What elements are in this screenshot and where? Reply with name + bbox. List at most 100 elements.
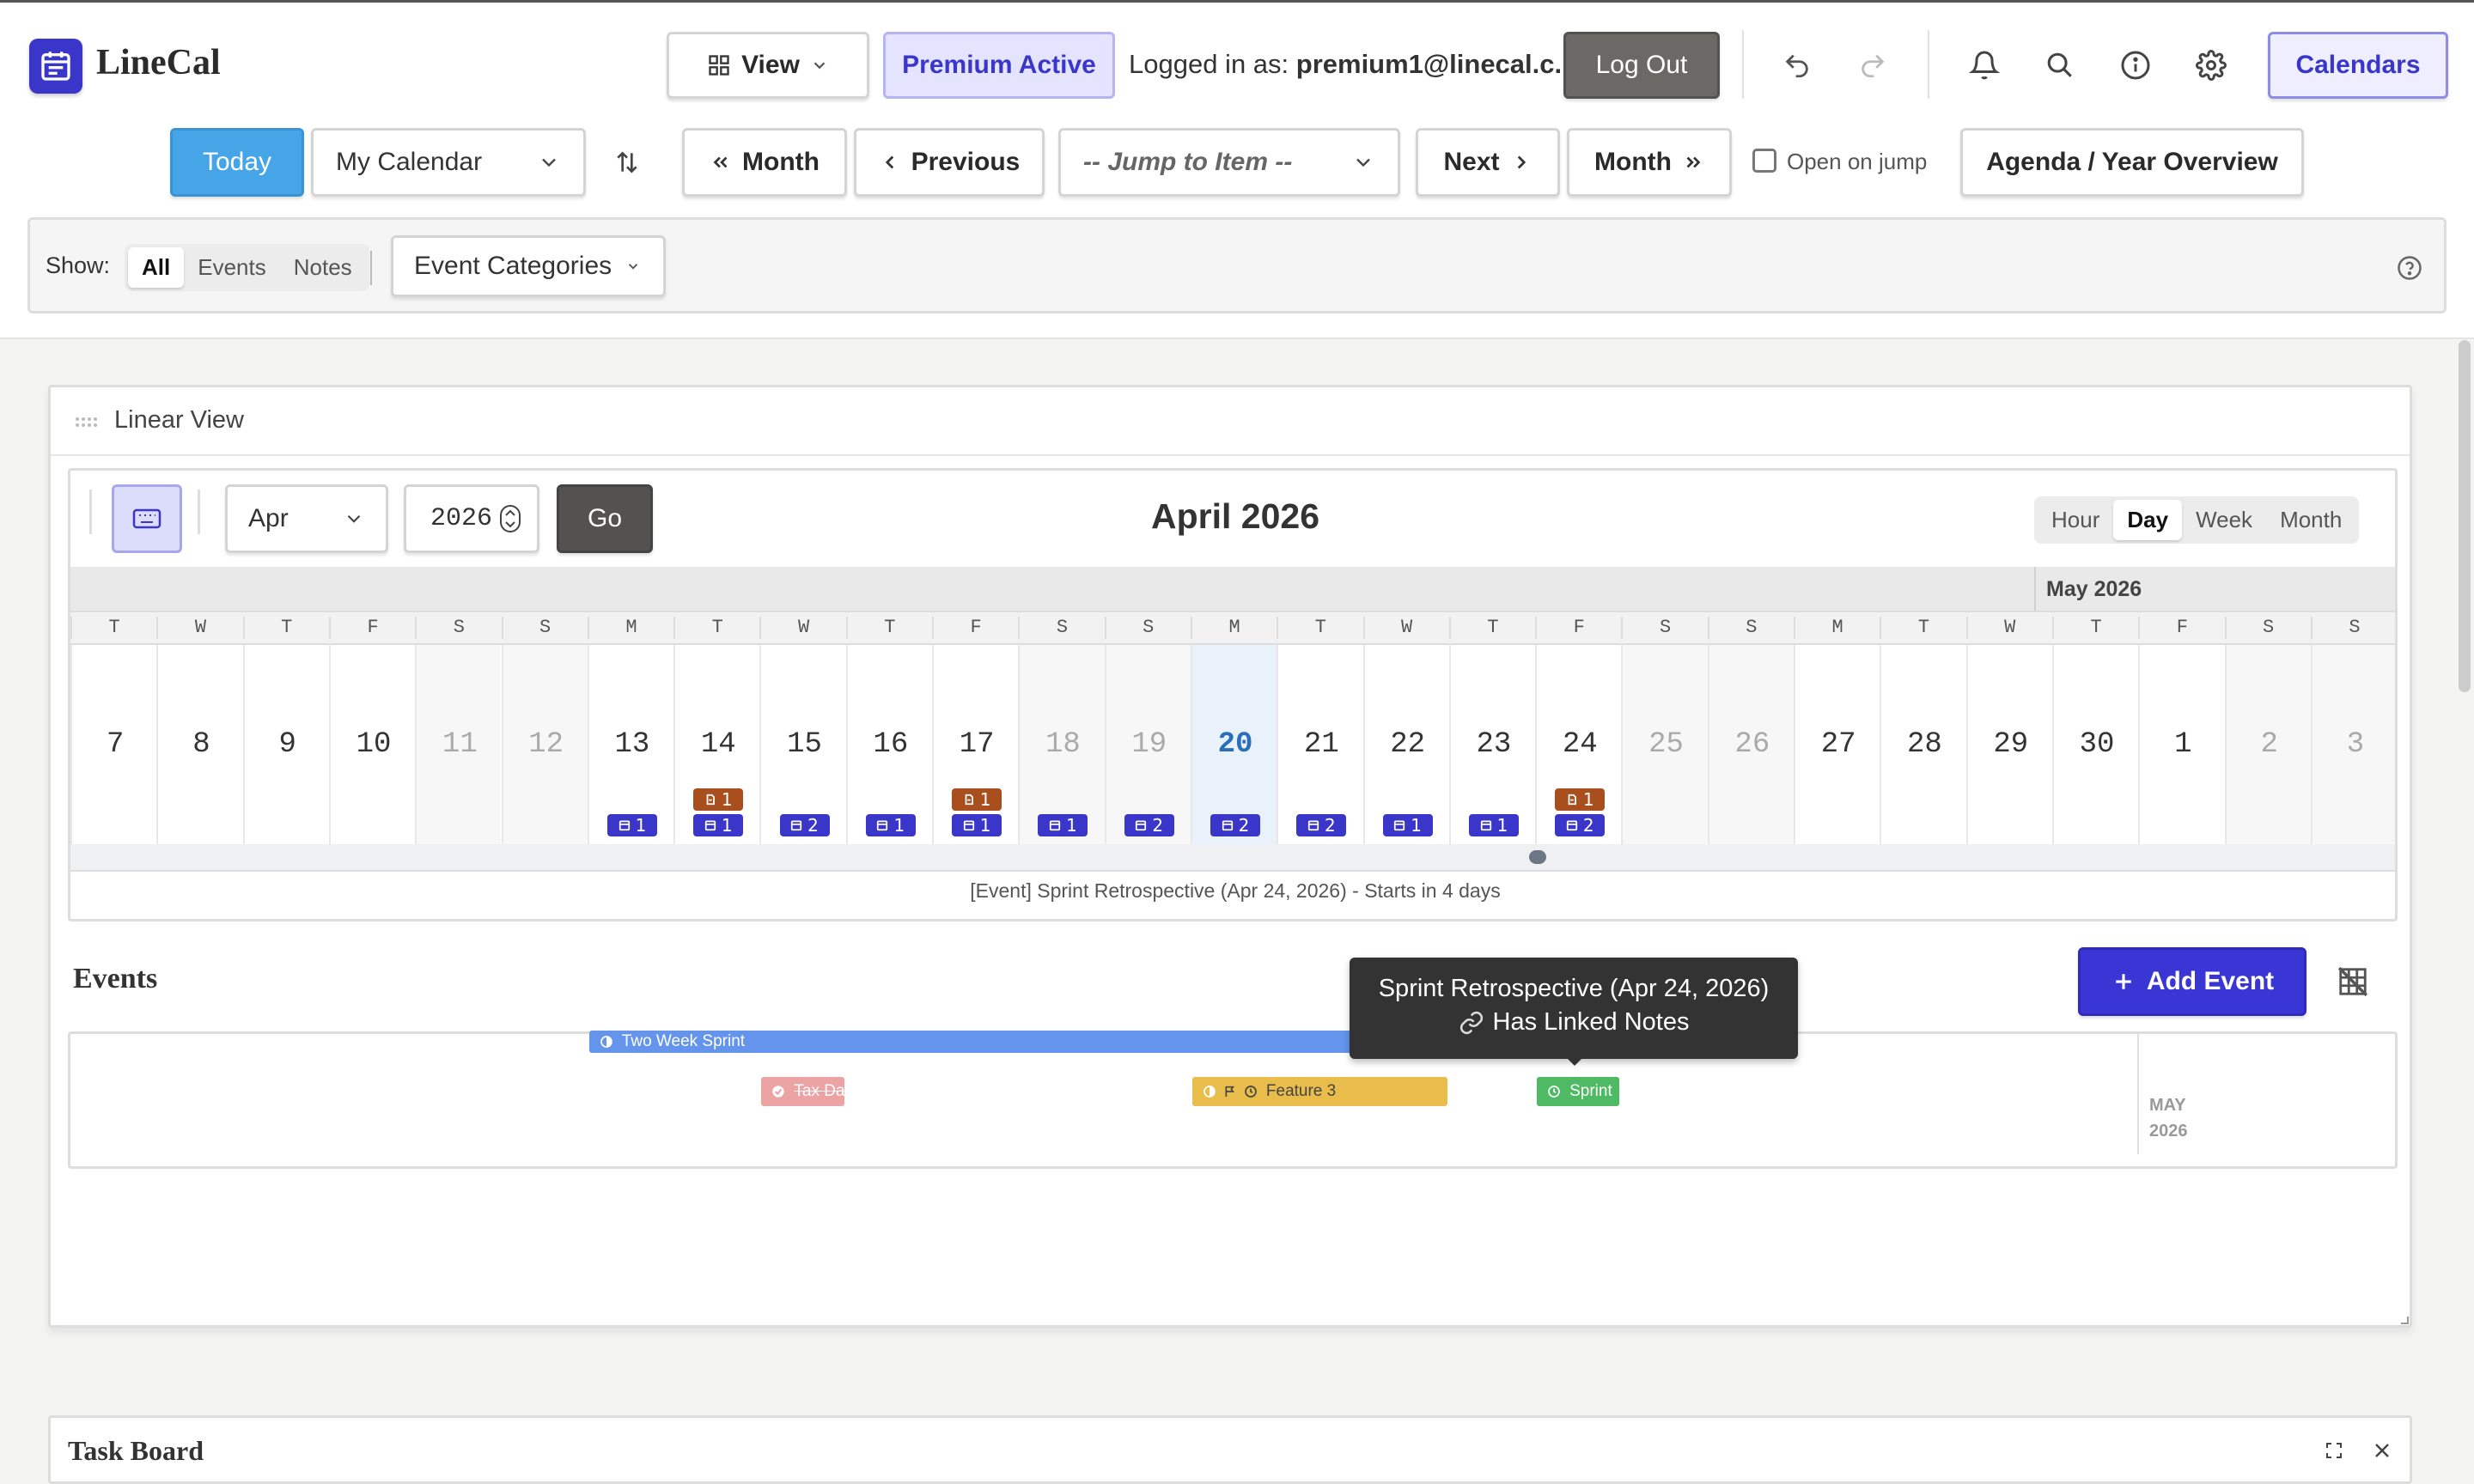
close-icon[interactable] [2372, 1440, 2392, 1461]
page-scrollbar[interactable] [2459, 340, 2471, 692]
day-number: 22 [1390, 728, 1426, 761]
zoom-day[interactable]: Day [2113, 500, 2183, 540]
day-cell[interactable]: 12 [501, 645, 588, 844]
event-count-badge[interactable]: 1 [1038, 814, 1088, 836]
event-count-badge[interactable]: 1 [693, 814, 744, 836]
note-count-badge[interactable]: 1 [1555, 788, 1606, 811]
day-cell[interactable]: 8 [156, 645, 242, 844]
chevron-down-icon [810, 56, 829, 75]
event-bar[interactable]: Tax Day [761, 1077, 844, 1106]
agenda-year-overview-button[interactable]: Agenda / Year Overview [1960, 128, 2304, 197]
month-select-value: Apr [248, 504, 289, 532]
day-cell[interactable]: 29 [1965, 645, 2052, 844]
day-cell[interactable]: 11 [415, 645, 502, 844]
calendar-select[interactable]: My Calendar [311, 128, 586, 197]
day-cell[interactable]: 7 [70, 645, 156, 844]
events-section-title: Events [73, 963, 158, 994]
year-input[interactable]: 2026 [404, 484, 539, 553]
zoom-hour[interactable]: Hour [2038, 500, 2113, 540]
event-count-badge[interactable]: 1 [1382, 814, 1433, 836]
day-cell[interactable]: 13 1 [587, 645, 673, 844]
sort-arrows-icon[interactable] [601, 137, 653, 188]
day-cell[interactable]: 27 [1794, 645, 1880, 844]
note-count-badge[interactable]: 1 [952, 788, 1002, 811]
day-cell[interactable]: 18 1 [1018, 645, 1105, 844]
filter-events[interactable]: Events [184, 247, 280, 288]
divider [370, 251, 372, 285]
zoom-month[interactable]: Month [2266, 500, 2355, 540]
add-event-button[interactable]: Add Event [2078, 947, 2306, 1016]
jump-to-item-select[interactable]: -- Jump to Item -- [1058, 128, 1400, 197]
info-icon[interactable] [2110, 40, 2161, 91]
day-cell[interactable]: 21 2 [1277, 645, 1362, 844]
grid-off-icon[interactable] [2327, 956, 2379, 1007]
search-icon[interactable] [2034, 40, 2086, 91]
day-cell[interactable]: 2 [2224, 645, 2311, 844]
day-cell[interactable]: 9 [242, 645, 329, 844]
day-cell[interactable]: 28 [1880, 645, 1965, 844]
day-cell[interactable]: 17 1 1 [932, 645, 1018, 844]
zoom-week[interactable]: Week [2182, 500, 2266, 540]
previous-month-button[interactable]: Month [682, 128, 847, 197]
event-count-badge[interactable]: 1 [606, 814, 657, 836]
view-menu-button[interactable]: View [667, 32, 869, 99]
tooltip-subtitle: Has Linked Notes [1492, 1008, 1690, 1036]
day-cell[interactable]: 26 [1707, 645, 1794, 844]
day-cell[interactable]: 19 2 [1104, 645, 1191, 844]
undo-icon[interactable] [1771, 40, 1823, 91]
filter-notes[interactable]: Notes [280, 247, 366, 288]
day-number: 7 [106, 728, 125, 761]
gear-icon[interactable] [2185, 40, 2237, 91]
event-count-badge[interactable]: 2 [1210, 814, 1261, 836]
redo-icon[interactable] [1847, 40, 1898, 91]
today-button[interactable]: Today [170, 128, 304, 197]
open-on-jump-checkbox[interactable] [1752, 149, 1776, 173]
next-button[interactable]: Next [1416, 128, 1560, 197]
day-cell[interactable]: 1 [2138, 645, 2224, 844]
filter-all[interactable]: All [128, 247, 185, 288]
keyboard-icon[interactable] [112, 484, 182, 553]
linear-calendar: Apr 2026 Go April 2026 Hour Day Week Mon… [68, 468, 2398, 921]
event-count-badge[interactable]: 2 [1555, 814, 1606, 836]
premium-status-button[interactable]: Premium Active [883, 32, 1115, 99]
go-button[interactable]: Go [557, 484, 653, 553]
next-month-button[interactable]: Month [1567, 128, 1732, 197]
previous-button[interactable]: Previous [854, 128, 1045, 197]
day-cell[interactable]: 24 1 2 [1535, 645, 1621, 844]
scroll-handle[interactable] [1529, 850, 1546, 864]
event-count-badge[interactable]: 1 [1468, 814, 1519, 836]
previous-month-label: Month [742, 148, 820, 176]
drag-handle-icon[interactable] [75, 417, 99, 429]
event-count-badge[interactable]: 1 [865, 814, 916, 836]
day-cell[interactable]: 16 1 [845, 645, 932, 844]
event-count-badge[interactable]: 1 [952, 814, 1002, 836]
event-categories-dropdown[interactable]: Event Categories [391, 235, 666, 297]
help-icon[interactable] [2384, 242, 2435, 294]
note-count-badge[interactable]: 1 [693, 788, 744, 811]
day-cell[interactable]: 23 1 [1448, 645, 1535, 844]
event-count-badge[interactable]: 2 [779, 814, 830, 836]
day-cell[interactable]: 10 [328, 645, 415, 844]
day-cell[interactable]: 14 1 1 [673, 645, 759, 844]
day-cell[interactable]: 20 2 [1190, 645, 1277, 844]
event-count-badge[interactable]: 2 [1296, 814, 1347, 836]
horizontal-scrollbar[interactable] [70, 844, 2395, 870]
day-cell[interactable]: 3 [2310, 645, 2395, 844]
day-cell[interactable]: 15 2 [759, 645, 845, 844]
day-cell[interactable]: 30 [2051, 645, 2138, 844]
event-bar[interactable]: Sprint [1537, 1077, 1620, 1106]
month-select[interactable]: Apr [225, 484, 388, 553]
day-number: 27 [1820, 728, 1856, 761]
bell-icon[interactable] [1959, 40, 2010, 91]
event-bar[interactable]: Feature 3 [1191, 1077, 1447, 1106]
calendars-button[interactable]: Calendars [2268, 32, 2448, 99]
resize-handle-icon[interactable] [2399, 1315, 2410, 1325]
expand-icon[interactable] [2324, 1440, 2344, 1461]
day-of-week-label: S [501, 617, 588, 639]
stepper-icon[interactable] [499, 504, 521, 533]
event-count-badge[interactable]: 2 [1124, 814, 1174, 836]
day-cell[interactable]: 25 [1621, 645, 1708, 844]
logout-button[interactable]: Log Out [1563, 32, 1720, 99]
day-cell[interactable]: 22 1 [1362, 645, 1449, 844]
panel-title: Linear View [114, 406, 245, 434]
